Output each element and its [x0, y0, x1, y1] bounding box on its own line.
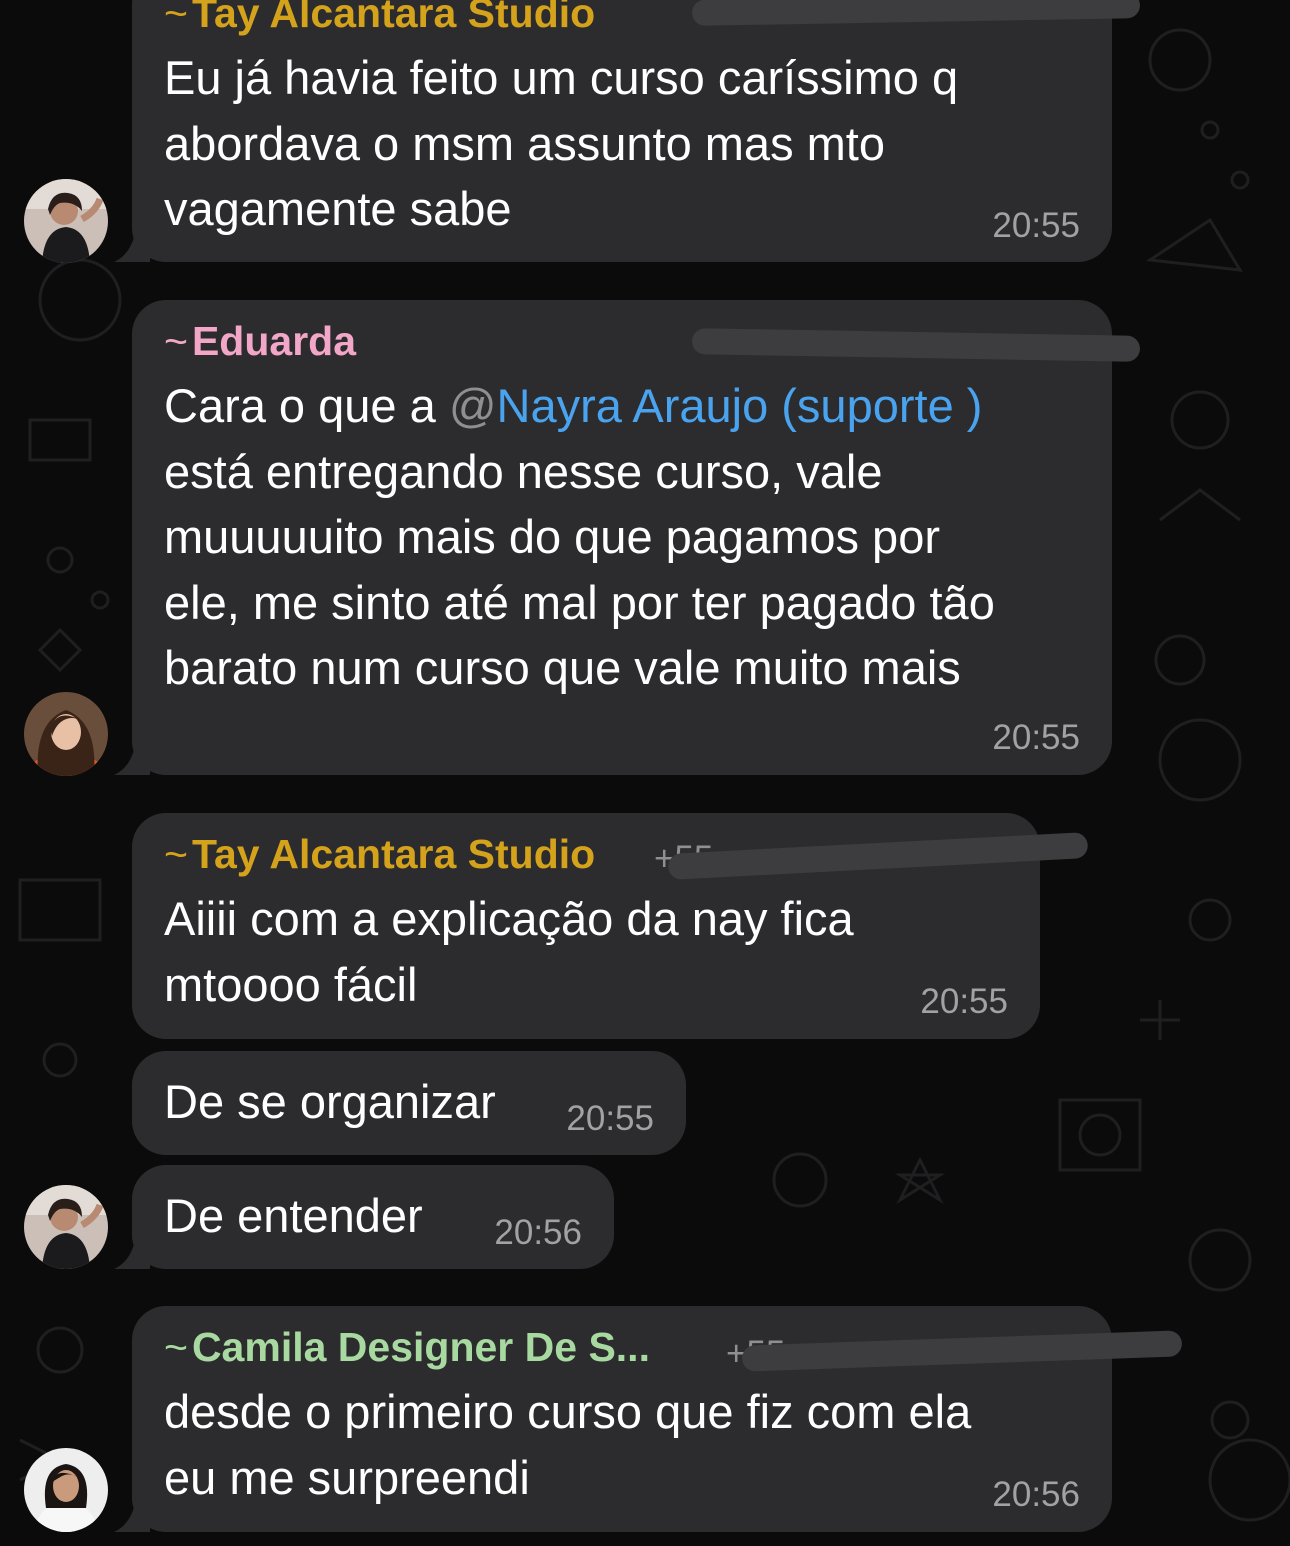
message-line: mtoooo fácil — [164, 957, 418, 1011]
redaction-scribble — [691, 328, 1141, 362]
sender-name[interactable]: ~Camila Designer De S... — [164, 1324, 650, 1371]
sender-tilde: ~ — [164, 0, 188, 36]
avatar-image — [24, 692, 108, 776]
message-bubble[interactable]: De se organizar 20:55 — [132, 1051, 686, 1155]
sender-name[interactable]: ~Eduarda — [164, 318, 356, 365]
message-bubble[interactable]: ~Eduarda Cara o que a @Nayra Araujo (sup… — [132, 300, 1141, 775]
bubble-tail — [114, 741, 150, 775]
message-time: 20:55 — [920, 982, 1008, 1021]
message-text: desde o primeiro curso que fiz com ela e… — [164, 1379, 1084, 1510]
redaction-scribble — [667, 832, 1089, 880]
message-line: está entregando nesse curso, vale — [164, 444, 883, 498]
message-bubble[interactable]: ~Tay Alcantara Studio Eu já havia feito … — [132, 0, 1141, 262]
message-line: muuuuuito mais do que pagamos por — [164, 510, 940, 563]
sender-label: Tay Alcantara Studio — [191, 0, 596, 36]
message-time: 20:55 — [992, 718, 1080, 757]
avatar[interactable] — [24, 179, 108, 263]
bubble-tail — [114, 1235, 150, 1269]
sender-tilde: ~ — [164, 318, 188, 364]
avatar[interactable] — [24, 1448, 108, 1532]
avatar-image — [24, 1448, 108, 1532]
sender-tilde: ~ — [164, 1324, 188, 1370]
message-bubble[interactable]: De entender 20:56 — [132, 1165, 614, 1269]
mention-at-sign[interactable]: @ — [449, 379, 497, 432]
message-line: Eu já havia feito um curso caríssimo q — [164, 51, 959, 104]
message-time: 20:55 — [566, 1099, 654, 1138]
message-text: Eu já havia feito um curso caríssimo q a… — [164, 45, 1084, 242]
sender-name[interactable]: ~Tay Alcantara Studio — [164, 0, 595, 37]
message-bubble[interactable]: ~Camila Designer De S... +55 desde o pri… — [132, 1306, 1183, 1532]
message-time: 20:55 — [992, 206, 1080, 245]
message-line-start: Cara o que a — [164, 379, 449, 432]
redaction-scribble — [691, 0, 1141, 26]
message-line: ele, me sinto até mal por ter pagado tão — [164, 575, 995, 629]
message-line: eu me surpreendi — [164, 1450, 530, 1504]
bubble-tail — [114, 1498, 150, 1532]
message-line: desde o primeiro curso que fiz com ela — [164, 1385, 972, 1438]
sender-name[interactable]: ~Tay Alcantara Studio — [164, 831, 595, 878]
avatar-image — [24, 179, 108, 263]
bubble-tail — [114, 228, 150, 262]
message-text: Cara o que a @Nayra Araujo (suporte ) es… — [164, 373, 1084, 701]
avatar-image — [24, 1185, 108, 1269]
mention-link[interactable]: Nayra Araujo (suporte ) — [497, 379, 983, 432]
message-line: Cara o que a @Nayra Araujo (suporte ) — [164, 373, 1084, 439]
message-line: Aiiii com a explicação da nay fica — [164, 892, 854, 945]
message-time: 20:56 — [992, 1475, 1080, 1514]
message-time: 20:56 — [494, 1213, 582, 1252]
sender-tilde: ~ — [164, 831, 188, 877]
sender-label: Camila Designer De S... — [191, 1324, 650, 1370]
message-bubble[interactable]: ~Tay Alcantara Studio +55 Aiiii com a ex… — [132, 813, 1089, 1039]
message-line: abordava o msm assunto mas mto — [164, 116, 885, 170]
message-line: vagamente sabe — [164, 182, 512, 235]
sender-label: Tay Alcantara Studio — [191, 831, 596, 877]
message-text: Aiiii com a explicação da nay fica mtooo… — [164, 886, 1012, 1017]
sender-label: Eduarda — [191, 318, 356, 364]
avatar[interactable] — [24, 692, 108, 776]
avatar[interactable] — [24, 1185, 108, 1269]
message-line: barato num curso que vale muito mais — [164, 641, 961, 694]
